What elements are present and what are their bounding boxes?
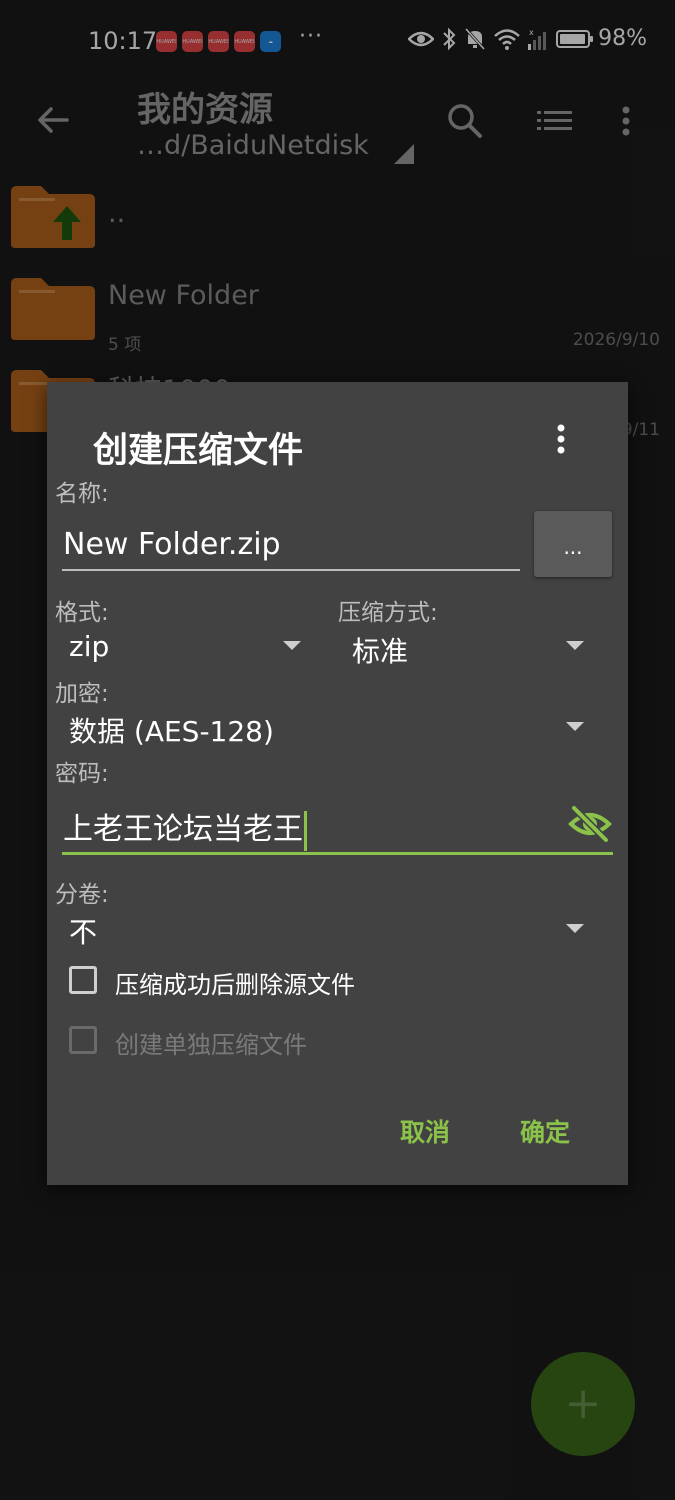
encryption-select[interactable]: 数据 (AES-128) [69, 710, 274, 750]
create-archive-dialog: 创建压缩文件 名称: New Folder.zip ... 格式: zip 压缩… [47, 382, 628, 1185]
text-cursor [304, 810, 307, 851]
format-label: 格式: [55, 600, 109, 626]
compression-method-dropdown-icon[interactable] [566, 641, 584, 650]
archive-name-underline [62, 569, 520, 571]
ok-button[interactable]: 确定 [520, 1113, 570, 1149]
encryption-dropdown-icon[interactable] [566, 722, 584, 731]
delete-source-checkbox[interactable] [69, 966, 97, 994]
split-volume-select[interactable]: 不 [69, 911, 97, 951]
password-text: 上老王论坛当老王 [63, 812, 303, 847]
password-underline [62, 852, 613, 855]
format-dropdown-icon[interactable] [283, 641, 301, 650]
password-label: 密码: [55, 761, 109, 787]
compression-method-select[interactable]: 标准 [352, 630, 408, 670]
name-label: 名称: [55, 481, 109, 507]
dialog-title: 创建压缩文件 [93, 431, 304, 471]
cancel-button[interactable]: 取消 [400, 1113, 450, 1149]
dialog-more-options-icon[interactable] [547, 420, 575, 460]
compression-method-label: 压缩方式: [338, 600, 438, 626]
separate-archive-checkbox [69, 1026, 97, 1054]
format-select[interactable]: zip [69, 630, 109, 663]
password-visibility-off-icon[interactable] [568, 804, 612, 844]
browse-button[interactable]: ... [534, 511, 612, 577]
encryption-label: 加密: [55, 681, 109, 707]
password-input[interactable]: 上老王论坛当老王 [63, 804, 307, 851]
archive-name-input[interactable]: New Folder.zip [63, 527, 281, 562]
split-volume-dropdown-icon[interactable] [566, 924, 584, 933]
delete-source-label[interactable]: 压缩成功后删除源文件 [115, 965, 355, 1000]
split-volume-label: 分卷: [55, 882, 109, 908]
separate-archive-label: 创建单独压缩文件 [115, 1031, 307, 1059]
